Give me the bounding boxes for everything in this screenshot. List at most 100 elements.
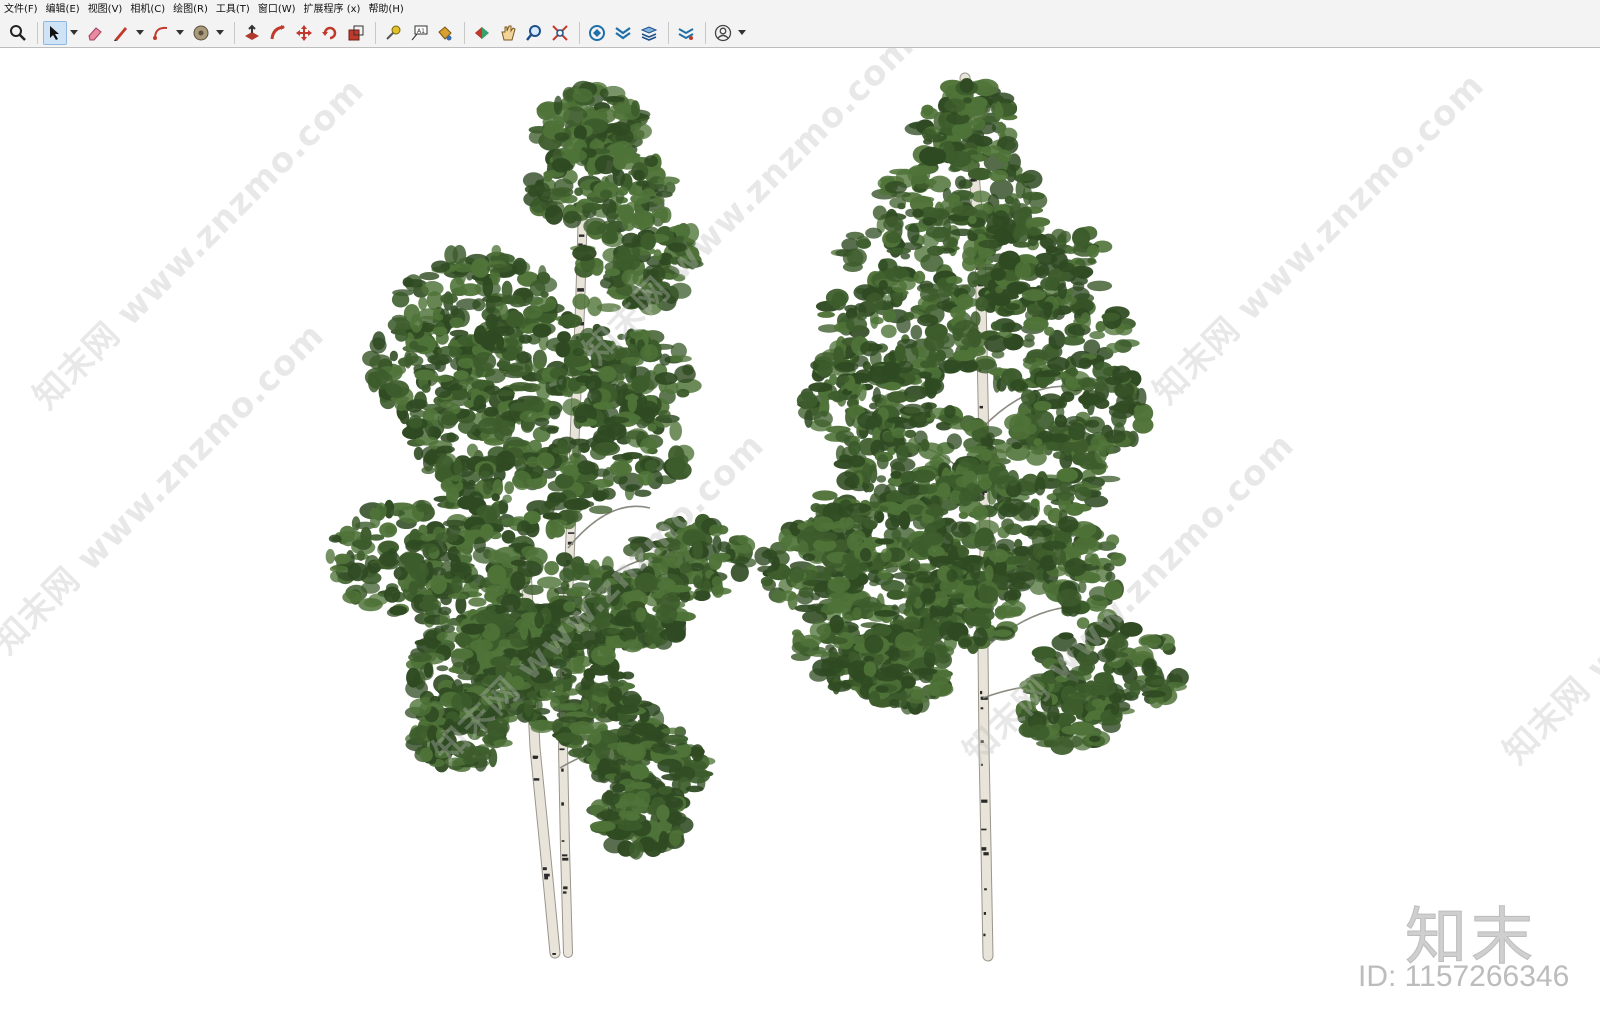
leaf-cluster [463,572,474,584]
leaf-cluster [836,471,860,491]
leaf-cluster [428,426,438,437]
paint-dropdown-icon[interactable] [215,21,225,45]
leaf-cluster [516,520,531,536]
pan-icon[interactable] [496,21,520,45]
leaf-cluster [944,98,966,113]
leaf-cluster [487,564,507,585]
leaf-cluster [453,263,474,273]
bark-mark [984,888,987,891]
leaf-cluster [1056,589,1082,607]
leaf-cluster [631,375,650,393]
leaf-cluster [828,660,851,669]
leaf-cluster [654,372,678,385]
leaf-cluster [918,484,938,495]
account-icon[interactable] [711,21,735,45]
menu-window[interactable]: 窗口(W) [258,0,296,19]
leaf-cluster [446,486,460,503]
bark-mark [979,405,983,409]
leaf-cluster [409,340,419,350]
bark-mark [561,840,565,842]
menu-draw[interactable]: 绘图(R) [173,0,208,19]
leaf-cluster [473,325,488,345]
text-icon[interactable]: A1 [407,21,431,45]
warehouse-icon[interactable] [585,21,609,45]
leaf-cluster [865,292,884,313]
leaf-cluster [1049,433,1071,443]
leaf-cluster [913,667,938,676]
leaf-cluster [856,238,872,249]
leaf-cluster [476,505,497,519]
menu-view[interactable]: 视图(V) [88,0,123,19]
leaf-cluster [544,561,559,576]
menu-file[interactable]: 文件(F) [4,0,38,19]
leaf-cluster [910,325,923,340]
leaf-cluster [848,440,861,456]
leaf-cluster [453,370,469,380]
eraser-icon[interactable] [83,21,107,45]
pencil-icon[interactable] [109,21,133,45]
extension-icon[interactable] [611,21,635,45]
tape-measure-icon[interactable] [381,21,405,45]
menu-camera[interactable]: 相机(C) [130,0,165,19]
arc-dropdown-icon[interactable] [175,21,185,45]
leaf-cluster [921,514,935,524]
rotate-icon[interactable] [318,21,342,45]
sandbox-icon[interactable] [674,21,698,45]
leaf-cluster [1065,377,1075,387]
scale-icon[interactable] [344,21,368,45]
menu-extensions[interactable]: 扩展程序 (x) [304,0,361,19]
leaf-cluster [888,647,900,662]
zoom-extents-icon[interactable] [548,21,572,45]
zoom-tool-icon[interactable] [522,21,546,45]
leaf-cluster [874,538,895,545]
leaf-cluster [984,565,994,582]
orbit-icon[interactable] [470,21,494,45]
leaf-cluster [555,341,571,358]
select-dropdown-icon[interactable] [69,21,79,45]
leaf-cluster [489,346,508,354]
leaf-cluster [989,169,1009,182]
paint-icon[interactable] [433,21,457,45]
paint-bucket-icon[interactable] [189,21,213,45]
select-arrow-icon[interactable] [43,21,67,45]
leaf-cluster [1091,698,1105,708]
leaf-cluster [907,663,917,670]
pencil-dropdown-icon[interactable] [135,21,145,45]
leaf-cluster [711,576,723,588]
leaf-cluster [639,437,658,454]
menu-edit[interactable]: 编辑(E) [46,0,80,19]
leaf-cluster [974,135,993,147]
leaf-cluster [657,580,675,590]
leaf-cluster [1052,308,1065,321]
follow-me-icon[interactable] [266,21,290,45]
zoom-icon[interactable] [6,21,30,45]
leaf-cluster [988,548,1009,563]
leaf-cluster [798,587,814,598]
leaf-cluster [836,361,859,372]
leaf-cluster [450,475,463,482]
leaf-cluster [583,217,608,236]
arc-icon[interactable] [149,21,173,45]
bark-mark [542,867,547,871]
account-dropdown-icon[interactable] [737,21,747,45]
leaf-cluster [679,563,693,574]
leaf-cluster [1094,381,1105,393]
menu-help[interactable]: 帮助(H) [368,0,403,19]
leaf-cluster [975,527,994,547]
leaf-cluster [674,619,687,639]
leaf-cluster [495,450,516,471]
menu-tools[interactable]: 工具(T) [216,0,250,19]
push-pull-icon[interactable] [240,21,264,45]
leaf-cluster [1034,476,1046,496]
leaf-cluster [1123,679,1147,691]
leaf-cluster [958,638,973,648]
model-viewport[interactable]: 知末网 www.znzmo.com 知末网 www.znzmo.com 知末网 … [0,48,1600,1019]
leaf-cluster [829,615,844,634]
leaf-cluster [947,150,972,168]
move-icon[interactable] [292,21,316,45]
leaf-cluster [416,500,427,513]
leaf-cluster [1047,356,1070,372]
leaf-cluster [559,704,577,711]
leaf-cluster [591,645,616,666]
layers-icon[interactable] [637,21,661,45]
